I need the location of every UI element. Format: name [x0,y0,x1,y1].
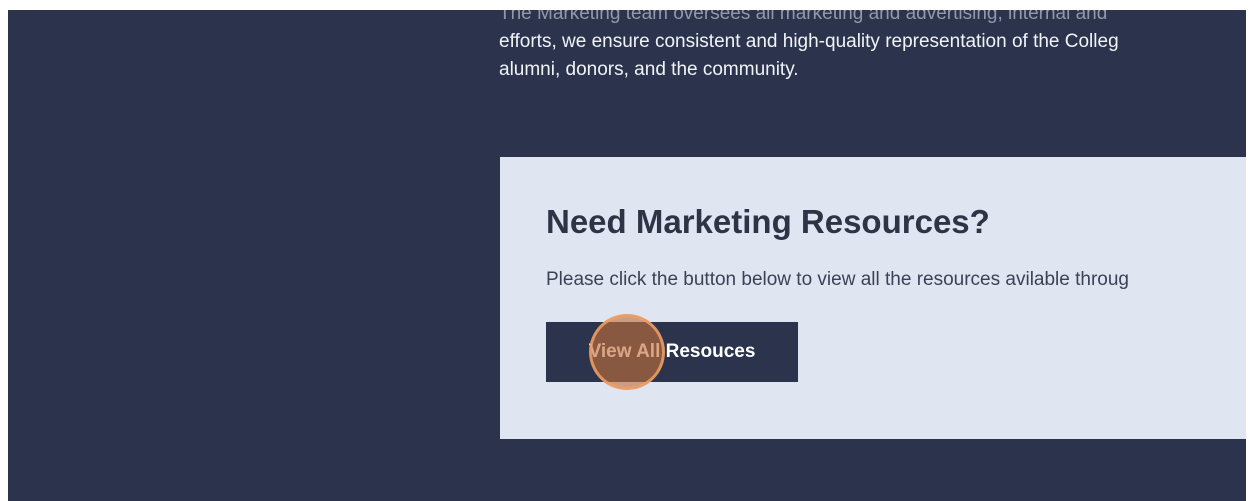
intro-paragraph: The Marketing team oversees all marketin… [499,10,1246,84]
page-section: The Marketing team oversees all marketin… [8,10,1246,501]
intro-line-1: efforts, we ensure consistent and high-q… [499,31,1119,52]
intro-line-2: alumni, donors, and the community. [499,59,799,80]
card-description: Please click the button below to view al… [546,269,1129,290]
marketing-resources-card: Need Marketing Resources? Please click t… [500,157,1246,439]
intro-line-clipped: The Marketing team oversees all marketin… [499,10,1108,24]
card-heading: Need Marketing Resources? [546,203,990,240]
view-all-resources-button[interactable]: View All Resouces [546,322,798,382]
